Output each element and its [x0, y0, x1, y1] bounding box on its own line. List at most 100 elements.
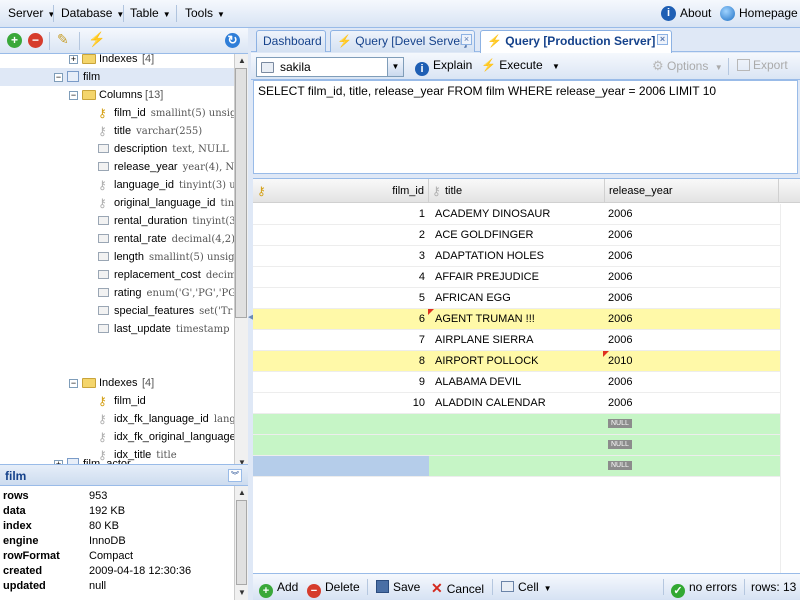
sql-editor[interactable]: SELECT film_id, title, release_year FROM… — [253, 80, 798, 174]
cell-title[interactable]: ALADDIN CALENDAR — [431, 393, 603, 413]
table-row[interactable]: 6 AGENT TRUMAN !!! 2006 — [253, 309, 780, 330]
close-icon[interactable]: × — [657, 34, 668, 45]
column-header-release-year[interactable]: release_year — [605, 179, 779, 203]
panel-splitter[interactable]: ◀ — [248, 28, 253, 600]
tree-node-column[interactable]: last_update timestamp — [0, 320, 234, 338]
save-button[interactable]: Save — [376, 580, 420, 594]
about-link[interactable]: About — [680, 6, 711, 20]
sql-query-text[interactable]: SELECT film_id, title, release_year FROM… — [258, 84, 716, 98]
cell-title[interactable]: AIRPLANE SIERRA — [431, 330, 603, 350]
cell-release-year[interactable]: 2006 — [605, 225, 779, 245]
table-row[interactable]: 5 AFRICAN EGG 2006 — [253, 288, 780, 309]
options-button[interactable]: ⚙ Options ▼ — [652, 58, 723, 74]
cell-release-year[interactable]: 2010 — [605, 351, 779, 371]
cell-menu-button[interactable]: Cell ▼ — [501, 580, 552, 594]
cell-film-id[interactable]: 10 — [253, 393, 429, 413]
expand-icon[interactable]: + — [69, 55, 78, 64]
cell-title[interactable]: ACADEMY DINOSAUR — [431, 204, 603, 224]
cell-film-id[interactable]: 9 — [253, 372, 429, 392]
cell-title[interactable]: AGENT TRUMAN !!! — [431, 309, 603, 329]
tree-node-column[interactable]: length smallint(5) unsigne — [0, 248, 234, 266]
properties-scrollbar[interactable]: ▲ ▼ — [234, 486, 248, 600]
tree-node-index[interactable]: ⚷ idx_fk_language_id lang — [0, 410, 234, 428]
new-table-row[interactable]: NULL — [253, 414, 780, 435]
tree-node-columns[interactable]: − Columns [13] — [0, 86, 234, 104]
cell-release-year[interactable]: 2006 — [605, 309, 779, 329]
cell-film-id[interactable]: 4 — [253, 267, 429, 287]
database-select[interactable]: sakila ▼ — [256, 57, 404, 77]
menu-table[interactable]: Table ▼ — [130, 6, 171, 20]
tree-node-column[interactable]: rental_duration tinyint(3 — [0, 212, 234, 230]
tree-node-indexes[interactable]: + Indexes [4] — [0, 54, 234, 68]
cell-release-year[interactable]: NULL — [605, 414, 779, 434]
scroll-up-icon[interactable]: ▲ — [235, 54, 249, 68]
menu-database[interactable]: Database ▼ — [61, 6, 124, 20]
tab-query-devel[interactable]: ⚡ Query [Devel Server] × — [330, 30, 475, 52]
cell-release-year[interactable]: 2006 — [605, 393, 779, 413]
tree-node-column[interactable]: ⚷ title varchar(255) — [0, 122, 234, 140]
cell-film-id[interactable]: 8 — [253, 351, 429, 371]
tab-query-production[interactable]: ⚡ Query [Production Server] × — [480, 30, 672, 53]
column-header-film-id[interactable]: ⚷ film_id — [253, 179, 429, 203]
cell-release-year[interactable]: NULL — [605, 435, 779, 455]
table-row[interactable]: 1 ACADEMY DINOSAUR 2006 — [253, 204, 780, 225]
cell-title[interactable]: AIRPORT POLLOCK — [431, 351, 603, 371]
tree-node-column[interactable]: special_features set('Tr — [0, 302, 234, 320]
tree-node-column[interactable]: rating enum('G','PG','PG- — [0, 284, 234, 302]
new-table-row[interactable]: NULL — [253, 456, 780, 477]
table-row[interactable]: 7 AIRPLANE SIERRA 2006 — [253, 330, 780, 351]
cell-release-year[interactable]: 2006 — [605, 204, 779, 224]
tree-node-column[interactable]: ⚷ language_id tinyint(3) u — [0, 176, 234, 194]
cell-release-year[interactable]: 2006 — [605, 372, 779, 392]
cell-film-id[interactable]: 6 — [253, 309, 429, 329]
table-row[interactable]: 10 ALADDIN CALENDAR 2006 — [253, 393, 780, 414]
export-button[interactable]: Export — [737, 58, 788, 72]
collapse-icon[interactable]: − — [69, 379, 78, 388]
execute-button[interactable]: ⚡ Execute ▼ — [481, 58, 560, 72]
tree-node-indexes[interactable]: − Indexes [4] — [0, 374, 234, 392]
delete-row-button[interactable]: − Delete — [307, 580, 360, 598]
tree-scroll-thumb[interactable] — [235, 68, 247, 318]
close-icon[interactable]: × — [461, 34, 472, 45]
table-row[interactable]: 9 ALABAMA DEVIL 2006 — [253, 372, 780, 393]
scroll-down-icon[interactable]: ▼ — [235, 586, 249, 600]
table-row[interactable]: 3 ADAPTATION HOLES 2006 — [253, 246, 780, 267]
tree-node-index[interactable]: ⚷ film_id — [0, 392, 234, 410]
add-row-button[interactable]: + Add — [259, 580, 298, 598]
column-header-title[interactable]: ⚷ title — [429, 179, 605, 203]
cell-film-id[interactable]: 5 — [253, 288, 429, 308]
remove-icon[interactable]: − — [28, 33, 43, 48]
cancel-button[interactable]: ✕ Cancel — [431, 580, 484, 597]
cell-title[interactable]: AFRICAN EGG — [431, 288, 603, 308]
tree-node-column[interactable]: replacement_cost decim — [0, 266, 234, 284]
chevron-down-icon[interactable]: ▼ — [387, 58, 403, 76]
table-row[interactable]: 2 ACE GOLDFINGER 2006 — [253, 225, 780, 246]
tab-dashboard[interactable]: Dashboard — [256, 30, 326, 52]
tree-node-column[interactable]: description text, NULL — [0, 140, 234, 158]
new-table-row[interactable]: NULL — [253, 435, 780, 456]
collapse-panel-icon[interactable]: ︾ — [228, 469, 242, 482]
refresh-icon[interactable]: ↻ — [225, 33, 240, 48]
add-icon[interactable]: + — [7, 33, 22, 48]
cell-film-id[interactable]: 7 — [253, 330, 429, 350]
cell-title[interactable]: ALABAMA DEVIL — [431, 372, 603, 392]
properties-scroll-thumb[interactable] — [236, 500, 247, 585]
menu-server[interactable]: Server ▼ — [8, 6, 55, 20]
tree-node-column[interactable]: rental_rate decimal(4,2) — [0, 230, 234, 248]
table-row[interactable]: 4 AFFAIR PREJUDICE 2006 — [253, 267, 780, 288]
edit-icon[interactable]: ✎ — [57, 31, 69, 48]
collapse-icon[interactable]: − — [69, 91, 78, 100]
cell-release-year[interactable]: 2006 — [605, 267, 779, 287]
table-row[interactable]: 8 AIRPORT POLLOCK 2010 — [253, 351, 780, 372]
explain-button[interactable]: i Explain — [415, 58, 472, 76]
tree-node-column[interactable]: ⚷ original_language_id tiny — [0, 194, 234, 212]
tree-node-film[interactable]: − film — [0, 68, 234, 86]
cell-release-year[interactable]: 2006 — [605, 330, 779, 350]
cell-title[interactable]: ADAPTATION HOLES — [431, 246, 603, 266]
chevron-down-icon[interactable]: ▼ — [552, 62, 560, 71]
cell-film-id[interactable]: 1 — [253, 204, 429, 224]
selected-cell[interactable] — [253, 456, 429, 476]
cell-release-year[interactable]: NULL — [605, 456, 779, 476]
cell-film-id[interactable]: 2 — [253, 225, 429, 245]
cell-film-id[interactable]: 3 — [253, 246, 429, 266]
